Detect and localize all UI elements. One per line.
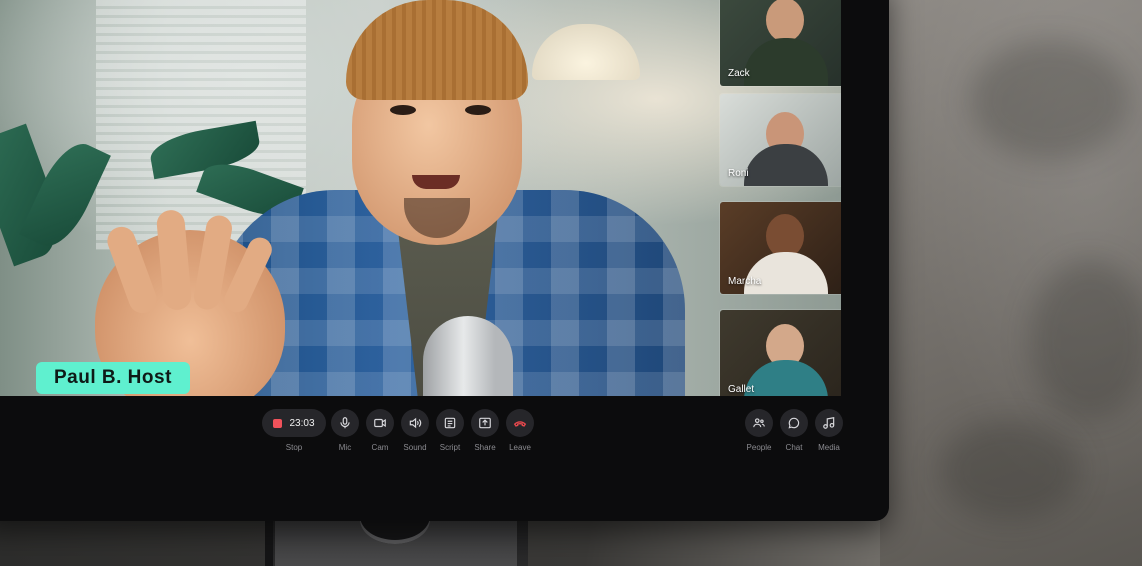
ceiling-lamp: [532, 24, 640, 80]
leave-label: Leave: [509, 443, 531, 452]
leave-control: Leave: [506, 409, 534, 452]
share-label: Share: [474, 443, 496, 452]
mic-icon: [340, 417, 350, 429]
host-eye: [390, 105, 416, 115]
speaker-icon: [409, 417, 422, 429]
chat-button[interactable]: [780, 409, 808, 437]
share-button[interactable]: [471, 409, 499, 437]
script-icon: [444, 417, 456, 429]
sound-control: Sound: [401, 409, 429, 452]
cam-button[interactable]: [366, 409, 394, 437]
participant-name: Roni: [728, 168, 749, 179]
host-beanie: [346, 0, 528, 100]
leaf-shadow: [1030, 260, 1142, 420]
people-control: People: [745, 409, 773, 452]
participant-head: [766, 0, 804, 42]
mic-control: Mic: [331, 409, 359, 452]
chat-label: Chat: [785, 443, 803, 452]
host-mouth: [412, 175, 460, 189]
control-bar: 23:03 Stop Mic Cam Sound Script Share Le…: [0, 396, 861, 470]
media-label: Media: [818, 443, 840, 452]
people-icon: [753, 418, 765, 428]
sound-label: Sound: [403, 443, 427, 452]
chat-icon: [788, 417, 800, 429]
host-name-tag: Paul B. Host: [36, 362, 190, 394]
leave-button[interactable]: [506, 409, 534, 437]
media-control: Media: [815, 409, 843, 452]
participant-name: Gallet: [728, 384, 755, 395]
script-control: Script: [436, 409, 464, 452]
music-icon: [823, 417, 835, 429]
leaf-shadow: [940, 420, 1080, 520]
participant-tile-zack[interactable]: Zack: [720, 0, 841, 86]
participant-tile-roni[interactable]: Roni: [720, 94, 841, 186]
monitor: Paul B. Host Zack Roni Marcha Gallet 23:…: [0, 0, 889, 521]
sound-button[interactable]: [401, 409, 429, 437]
host-microphone: [423, 316, 513, 396]
participant-name: Zack: [728, 68, 750, 79]
stop-button[interactable]: 23:03: [262, 409, 326, 437]
stop-label: Stop: [285, 443, 303, 452]
share-icon: [479, 417, 491, 429]
phone-hangup-icon: [513, 421, 527, 427]
background-wall: [880, 0, 1142, 566]
cam-control: Cam: [366, 409, 394, 452]
participant-tile-gallet[interactable]: Gallet: [720, 310, 841, 396]
camera-icon: [374, 418, 386, 428]
people-button[interactable]: [745, 409, 773, 437]
media-button[interactable]: [815, 409, 843, 437]
participant-tile-marcha[interactable]: Marcha: [720, 202, 841, 294]
script-label: Script: [439, 443, 461, 452]
share-control: Share: [471, 409, 499, 452]
stop-control: 23:03 Stop: [262, 409, 326, 452]
script-button[interactable]: [436, 409, 464, 437]
leaf-shadow: [970, 40, 1130, 160]
host-video: Paul B. Host Zack Roni Marcha Gallet: [0, 0, 841, 396]
cam-label: Cam: [371, 443, 389, 452]
participant-name: Marcha: [728, 276, 762, 287]
chat-control: Chat: [780, 409, 808, 452]
host-eye: [465, 105, 491, 115]
mic-label: Mic: [338, 443, 352, 452]
recording-timer: 23:03: [289, 417, 315, 429]
mic-button[interactable]: [331, 409, 359, 437]
stop-icon: [273, 418, 283, 428]
people-label: People: [746, 443, 772, 452]
